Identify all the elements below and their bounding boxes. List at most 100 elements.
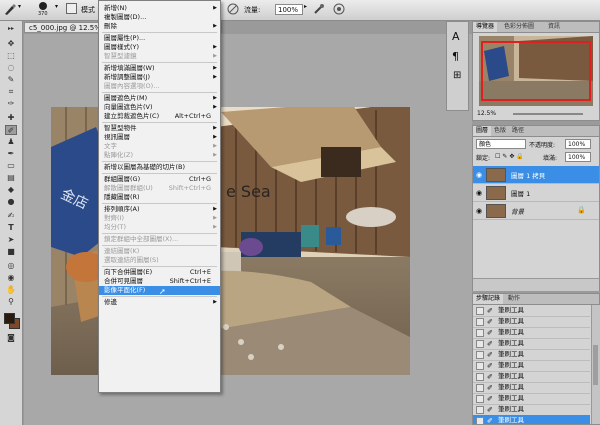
menu-item[interactable]: 新增(N) ▶ [99,4,220,13]
history-snapshot-checkbox[interactable] [476,362,484,370]
menu-item[interactable]: 影像平面化(F) ➚ [99,286,220,296]
menu-item[interactable]: 智慧型濾鏡 ▶ [99,52,220,61]
layer-row[interactable]: ◉ 圖層 1 拷貝 [473,166,599,184]
clone-stamp-tool-icon[interactable]: ♟ [5,137,17,147]
tablet-pressure-size-icon[interactable] [333,3,345,15]
blend-mode-select[interactable]: 顏色 [476,139,526,149]
menu-item[interactable]: 刪除 ▶ [99,22,220,31]
menu-item[interactable]: 合併可見圖層 Shift+Ctrl+E [99,277,220,286]
path-selection-tool-icon[interactable]: ➤ [5,235,17,245]
menu-item[interactable]: 視訊圖層 ▶ [99,133,220,142]
flow-dropdown-icon[interactable]: ▸ [304,3,307,10]
tab-info[interactable]: 資訊 [545,22,563,32]
navigator-zoom-slider[interactable] [513,113,583,115]
menu-item[interactable]: 新增以圖層為基礎的切片(B) [99,163,220,172]
tab-histogram[interactable]: 色彩分佈圖 [501,22,537,32]
layer-row[interactable]: ◉ 背景 🔒 [473,202,599,220]
history-snapshot-checkbox[interactable] [476,318,484,326]
airbrush-icon[interactable] [313,3,325,15]
history-snapshot-checkbox[interactable] [476,384,484,392]
type-tool-icon[interactable]: T [5,223,17,233]
quick-mask-icon[interactable]: ◙ [5,333,17,343]
history-snapshot-checkbox[interactable] [476,329,484,337]
menu-item[interactable]: 智慧型物件 ▶ [99,124,220,133]
eraser-tool-icon[interactable]: ▭ [5,161,17,171]
history-snapshot-checkbox[interactable] [476,373,484,381]
collapse-toolbox-icon[interactable]: ▸▸ [5,24,17,34]
tab-layers[interactable]: 圖層 [473,126,492,136]
menu-item[interactable]: 解散圖層群組(U) Shift+Ctrl+G [99,184,220,193]
menu-item[interactable]: 選取連結的圖層(S) [99,256,220,265]
menu-item[interactable]: 排列順序(A) ▶ [99,205,220,214]
menu-item[interactable]: 建立剪裁遮色片(C) Alt+Ctrl+G [99,112,220,121]
brush-tool-active-icon[interactable]: ✐ [5,125,17,135]
brush-panel-toggle-icon[interactable] [66,3,77,14]
history-brush-tool-icon[interactable]: ✒ [5,149,17,159]
menu-item[interactable]: 圖層樣式(Y) ▶ [99,43,220,52]
eyedropper-tool-icon[interactable]: ✑ [5,99,17,109]
lasso-tool-icon[interactable]: ◌ [5,63,17,73]
healing-brush-tool-icon[interactable]: ✚ [5,113,17,123]
history-snapshot-checkbox[interactable] [476,395,484,403]
menu-item[interactable]: 圖層內容選項(O)... [99,82,220,91]
foreground-color-swatch[interactable] [4,313,15,324]
menu-item[interactable]: 圖層屬性(P)... [99,34,220,43]
visibility-eye-icon[interactable]: ◉ [476,207,482,215]
paragraph-panel-icon[interactable]: ¶ [452,50,459,63]
pressure-opacity-icon[interactable] [227,3,239,15]
menu-item[interactable]: 隱藏圖層(R) [99,193,220,202]
layer-row[interactable]: ◉ 圖層 1 [473,184,599,202]
clone-source-panel-icon[interactable]: ⊞ [453,70,461,81]
history-snapshot-checkbox[interactable] [476,307,484,315]
menu-item[interactable]: 鎖定群組中全部圖層(X)... [99,235,220,244]
3d-orbit-tool-icon[interactable]: ◉ [5,273,17,283]
lock-icons[interactable]: ☐✎✥🔒 [495,153,526,160]
dodge-tool-icon[interactable]: ● [5,197,17,207]
3d-rotate-tool-icon[interactable]: ◎ [5,261,17,271]
history-item[interactable]: ✐ 筆刷工具 [473,415,590,424]
tab-actions[interactable]: 動作 [505,294,523,304]
menu-item[interactable]: 對齊(I) ▶ [99,214,220,223]
menu-item[interactable]: 向量圖遮色片(V) ▶ [99,103,220,112]
menu-item[interactable]: 文字 ▶ [99,142,220,151]
hand-tool-icon[interactable]: ✋ [5,285,17,295]
menu-item[interactable]: 新增調整圖層(J) ▶ [99,73,220,82]
brush-tool-icon[interactable] [3,2,17,16]
tab-history[interactable]: 步驟記錄 [473,294,504,304]
visibility-eye-icon[interactable]: ◉ [476,189,482,197]
history-snapshot-checkbox[interactable] [476,406,484,414]
menu-item[interactable]: 複製圖層(D)... [99,13,220,22]
pen-tool-icon[interactable]: ✍ [5,211,17,221]
crop-tool-icon[interactable]: ⌗ [5,87,17,97]
history-snapshot-checkbox[interactable] [476,340,484,348]
navigator-thumbnail[interactable] [479,36,593,106]
move-tool-icon[interactable]: ✥ [5,39,17,49]
history-snapshot-checkbox[interactable] [476,417,484,424]
zoom-tool-icon[interactable]: ⚲ [5,297,17,307]
menu-item[interactable]: 群組圖層(G) Ctrl+G [99,175,220,184]
tab-paths[interactable]: 路徑 [509,126,527,136]
dropdown-arrow-icon[interactable]: ▾ [18,3,21,10]
shape-tool-icon[interactable]: ■ [5,247,17,257]
blur-tool-icon[interactable]: ◆ [5,185,17,195]
navigator-zoom-value[interactable]: 12.5% [477,110,496,117]
tab-navigator[interactable]: 導覽器 [473,22,498,32]
menu-item[interactable]: 均分(T) ▶ [99,223,220,232]
menu-item[interactable]: 修邊 ▶ [99,298,220,307]
quick-selection-tool-icon[interactable]: ✎ [5,75,17,85]
gradient-tool-icon[interactable]: ▤ [5,173,17,183]
history-scroll-thumb[interactable] [593,345,598,385]
character-panel-icon[interactable]: A [452,30,460,43]
flow-input[interactable]: 100% [275,4,303,15]
menu-item[interactable]: 向下合併圖層(E) Ctrl+E [99,268,220,277]
menu-item[interactable]: 新增填滿圖層(W) ▶ [99,64,220,73]
menu-item[interactable]: 點陣化(Z) ▶ [99,151,220,160]
menu-item[interactable]: 連結圖層(K) [99,247,220,256]
marquee-tool-icon[interactable]: ⬚ [5,51,17,61]
opacity-input[interactable]: 100% [565,139,591,149]
history-scrollbar[interactable] [591,305,600,424]
visibility-eye-icon[interactable]: ◉ [476,171,482,179]
history-snapshot-checkbox[interactable] [476,351,484,359]
menu-item[interactable]: 圖層遮色片(M) ▶ [99,94,220,103]
brush-preset-arrow-icon[interactable]: ▾ [55,3,58,10]
